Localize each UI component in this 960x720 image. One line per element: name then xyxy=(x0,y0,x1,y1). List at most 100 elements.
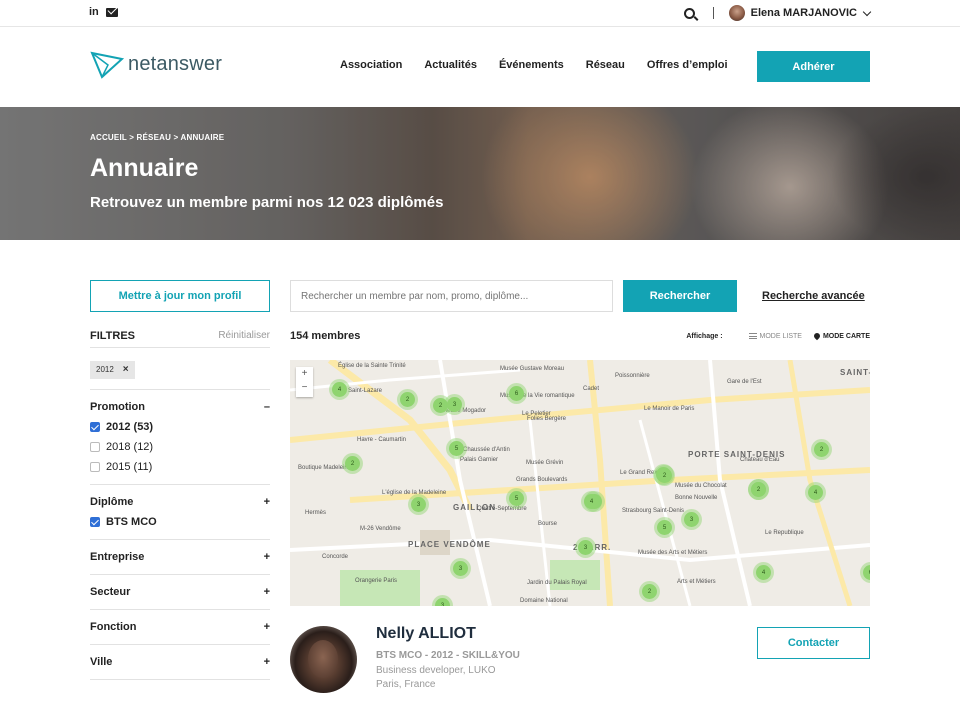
nav-evenements[interactable]: Événements xyxy=(499,59,564,71)
map-label: Boutique Madeleine xyxy=(298,465,352,471)
filter-diplome-header[interactable]: Diplôme + xyxy=(90,496,270,508)
map-cluster[interactable]: 5 xyxy=(509,491,524,506)
map-label: Hermès xyxy=(305,510,327,516)
member-search-input[interactable] xyxy=(290,280,613,312)
chevron-down-icon[interactable] xyxy=(862,7,872,16)
expand-icon[interactable]: + xyxy=(264,551,270,563)
map-cluster[interactable]: 3 xyxy=(684,512,699,527)
option-label: 2012 (53) xyxy=(106,420,154,433)
update-profile-button[interactable]: Mettre à jour mon profil xyxy=(90,280,270,312)
filter-entreprise[interactable]: Entreprise + xyxy=(90,540,270,574)
logo-icon xyxy=(90,51,124,79)
checkbox[interactable] xyxy=(90,461,100,472)
map-cluster[interactable]: 2 xyxy=(814,442,829,457)
member-name[interactable]: Nelly ALLIOT xyxy=(376,625,476,643)
map-label: GAILLON xyxy=(453,503,496,512)
linkedin-icon[interactable]: in xyxy=(89,6,100,18)
map-label: Chaussée d'Antin xyxy=(463,447,510,453)
user-name[interactable]: Elena MARJANOVIC xyxy=(751,7,857,19)
map-label: Le Manoir de Paris xyxy=(644,406,695,412)
filter-secteur[interactable]: Secteur + xyxy=(90,575,270,609)
map-label: Le Republique xyxy=(765,530,804,536)
search-button[interactable]: Rechercher xyxy=(623,280,737,312)
map-cluster[interactable]: 5 xyxy=(657,520,672,535)
map-cluster[interactable]: 2 xyxy=(400,392,415,407)
map-cluster[interactable]: 3 xyxy=(453,561,468,576)
display-mode: Affichage : MODE LISTE MODE CARTE xyxy=(686,331,870,341)
checkbox[interactable] xyxy=(90,516,100,527)
option-label: BTS MCO xyxy=(106,515,157,528)
map-label: Musée Gustave Moreau xyxy=(500,366,565,372)
active-filter-tag: 2012 × xyxy=(90,360,135,379)
map-label: Palais Garnier xyxy=(460,457,499,463)
checkbox[interactable] xyxy=(90,441,100,452)
breadcrumb[interactable]: ACCUEIL > RÉSEAU > ANNUAIRE xyxy=(90,133,224,142)
map-label: Musée Grévin xyxy=(526,460,564,466)
user-avatar[interactable] xyxy=(728,5,745,21)
option-bts-mco[interactable]: BTS MCO xyxy=(90,516,270,528)
filter-ville[interactable]: Ville + xyxy=(90,645,270,679)
expand-icon[interactable]: + xyxy=(264,621,270,633)
map-cluster[interactable]: 3 xyxy=(435,598,450,606)
member-location: Paris, France xyxy=(376,679,436,690)
filter-label: Secteur xyxy=(90,585,131,598)
map-cluster[interactable]: 2 xyxy=(751,482,766,497)
map-cluster[interactable]: 3 xyxy=(447,397,462,412)
filter-fonction[interactable]: Fonction + xyxy=(90,610,270,644)
expand-icon[interactable]: + xyxy=(264,656,270,668)
filters-title: FILTRES xyxy=(90,330,136,342)
filter-promotion-header[interactable]: Promotion – xyxy=(90,401,270,413)
advanced-search-link[interactable]: Recherche avancée xyxy=(762,290,865,302)
map-cluster[interactable]: 2 xyxy=(657,468,672,483)
map-label: Saint-Lazare xyxy=(348,388,383,394)
member-avatar[interactable] xyxy=(290,626,357,693)
remove-tag-icon[interactable]: × xyxy=(123,364,129,375)
map-cluster[interactable]: 4 xyxy=(808,485,823,500)
results-header: 154 membres Affichage : MODE LISTE MODE … xyxy=(290,330,870,342)
map-label: M-26 Vendôme xyxy=(360,526,401,532)
option-2018[interactable]: 2018 (12) xyxy=(90,441,270,453)
mode-map-button[interactable]: MODE CARTE xyxy=(812,331,870,341)
map-cluster[interactable]: 2 xyxy=(345,456,360,471)
page-subtitle: Retrouvez un membre parmi nos 12 023 dip… xyxy=(90,194,444,211)
zoom-in-button[interactable]: + xyxy=(296,367,313,381)
map-cluster[interactable]: 5 xyxy=(449,441,464,456)
zoom-out-button[interactable]: − xyxy=(296,381,313,395)
collapse-icon[interactable]: – xyxy=(264,401,270,413)
member-job: Business developer, LUKO xyxy=(376,665,496,676)
map-label: Orangerie Paris xyxy=(355,578,398,584)
nav-actualites[interactable]: Actualités xyxy=(424,59,477,71)
nav-association[interactable]: Association xyxy=(340,59,402,71)
contact-button[interactable]: Contacter xyxy=(757,627,870,659)
option-2012[interactable]: 2012 (53) xyxy=(90,421,270,433)
map-cluster[interactable]: 2 xyxy=(642,584,657,599)
mail-icon[interactable] xyxy=(106,8,118,17)
social-links: in xyxy=(89,6,118,18)
map-label: Grands Boulevards xyxy=(516,477,568,483)
map-cluster[interactable]: 4 xyxy=(756,565,771,580)
nav-reseau[interactable]: Réseau xyxy=(586,59,625,71)
map-cluster[interactable]: 4 xyxy=(332,382,347,397)
mode-list-button[interactable]: MODE LISTE xyxy=(748,333,802,340)
checkbox[interactable] xyxy=(90,421,100,432)
map-label: Musée du Chocolat xyxy=(675,483,727,489)
search-icon[interactable] xyxy=(683,7,695,19)
map-cluster[interactable]: 3 xyxy=(578,540,593,555)
map-cluster[interactable]: 3 xyxy=(411,497,426,512)
members-map[interactable]: + − Église de la Sainte Trinité Musée Gu… xyxy=(290,360,870,606)
map-cluster[interactable]: 2 xyxy=(433,398,448,413)
nav-offres-emploi[interactable]: Offres d’emploi xyxy=(647,59,728,71)
map-label: Le Grand Rex xyxy=(620,470,658,476)
option-2015[interactable]: 2015 (11) xyxy=(90,461,270,473)
reset-filters-link[interactable]: Réinitialiser xyxy=(218,330,270,347)
expand-icon[interactable]: + xyxy=(264,496,270,508)
expand-icon[interactable]: + xyxy=(264,586,270,598)
filter-label: Ville xyxy=(90,655,113,668)
adherer-button[interactable]: Adhérer xyxy=(757,51,870,82)
map-cluster[interactable]: 4 xyxy=(584,494,599,509)
display-label: Affichage : xyxy=(686,332,723,340)
filter-label: Promotion xyxy=(90,400,145,413)
map-streets xyxy=(290,360,870,606)
map-cluster[interactable]: 6 xyxy=(509,386,524,401)
logo[interactable]: netanswer xyxy=(90,49,222,79)
